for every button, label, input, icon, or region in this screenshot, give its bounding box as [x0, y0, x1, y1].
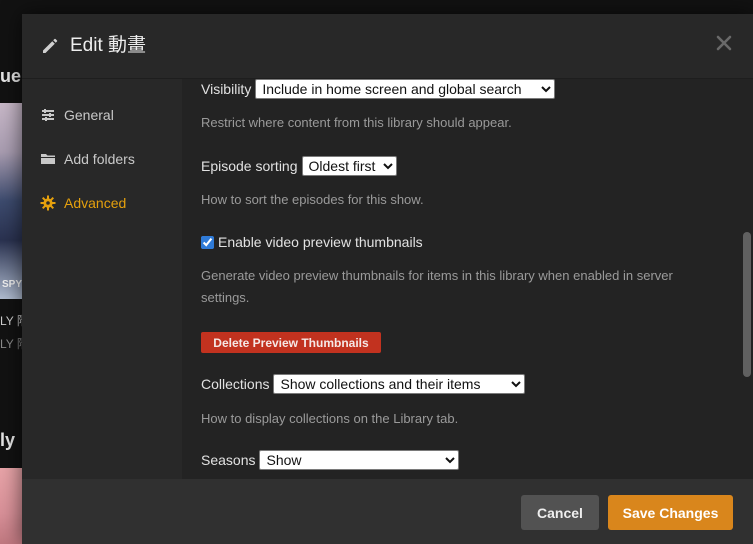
sliders-icon	[42, 109, 54, 121]
seasons-select[interactable]: Show	[259, 450, 460, 470]
sidebar-item-label: Add folders	[64, 151, 135, 167]
preview-thumbnails-row: Enable video preview thumbnails	[201, 232, 423, 252]
pencil-icon	[43, 38, 58, 53]
visibility-select[interactable]: Include in home screen and global search	[255, 79, 556, 99]
preview-thumbnails-label[interactable]: Enable video preview thumbnails	[218, 234, 423, 250]
modal-title: Edit 動畫	[70, 35, 147, 56]
seasons-label: Seasons	[201, 452, 256, 468]
episode-sorting-label: Episode sorting	[201, 158, 298, 174]
modal-header: Edit 動畫	[22, 14, 753, 79]
episode-sorting-select[interactable]: Oldest first	[301, 156, 397, 176]
modal-title-wrap: Edit 動畫	[40, 34, 146, 58]
collections-label: Collections	[201, 376, 270, 392]
episode-sorting-row: Episode sorting Oldest first	[201, 156, 397, 176]
content-scrollbar[interactable]	[741, 79, 753, 479]
folder-icon	[41, 154, 55, 164]
collections-row: Collections Show collections and their i…	[201, 374, 526, 394]
visibility-label: Visibility	[201, 81, 252, 97]
sidebar-item-general[interactable]: General	[40, 105, 114, 125]
collections-help-text: How to display collections on the Librar…	[201, 411, 459, 426]
episode-sorting-help-text: How to sort the episodes for this show.	[201, 192, 424, 207]
bg-heading-fragment: ue	[0, 66, 22, 86]
sidebar-item-label: Advanced	[64, 195, 127, 211]
save-changes-button[interactable]: Save Changes	[608, 495, 733, 530]
bg-poster-thumbnail-2[interactable]	[0, 468, 22, 544]
bg-heading-fragment-2: ly	[0, 430, 16, 450]
delete-preview-thumbnails-button[interactable]: Delete Preview Thumbnails	[201, 332, 381, 353]
bg-poster-text: SPY	[2, 279, 23, 290]
visibility-help-text: Restrict where content from this library…	[201, 115, 512, 130]
sidebar-item-add-folders[interactable]: Add folders	[40, 149, 135, 169]
modal-sidebar: General Add folders Advanced	[22, 79, 182, 479]
advanced-settings-panel[interactable]: Visibility Include in home screen and gl…	[182, 79, 753, 479]
preview-thumbnails-checkbox[interactable]	[201, 235, 214, 249]
gear-icon	[40, 195, 56, 211]
bg-poster-thumbnail[interactable]: SPY	[0, 103, 22, 299]
sidebar-item-label: General	[64, 107, 114, 123]
close-icon[interactable]	[715, 34, 733, 52]
collections-select[interactable]: Show collections and their items	[273, 374, 526, 394]
cancel-button[interactable]: Cancel	[521, 495, 599, 530]
sidebar-item-advanced[interactable]: Advanced	[40, 193, 126, 213]
seasons-row: Seasons Show	[201, 450, 460, 470]
visibility-row: Visibility Include in home screen and gl…	[201, 79, 556, 99]
modal-footer: Cancel Save Changes	[22, 479, 753, 544]
edit-library-modal: Edit 動畫 General Add folders Advanced Vis…	[22, 14, 753, 544]
content-scrollbar-thumb[interactable]	[743, 232, 751, 377]
preview-thumbnails-help-text: Generate video preview thumbnails for it…	[201, 268, 673, 305]
